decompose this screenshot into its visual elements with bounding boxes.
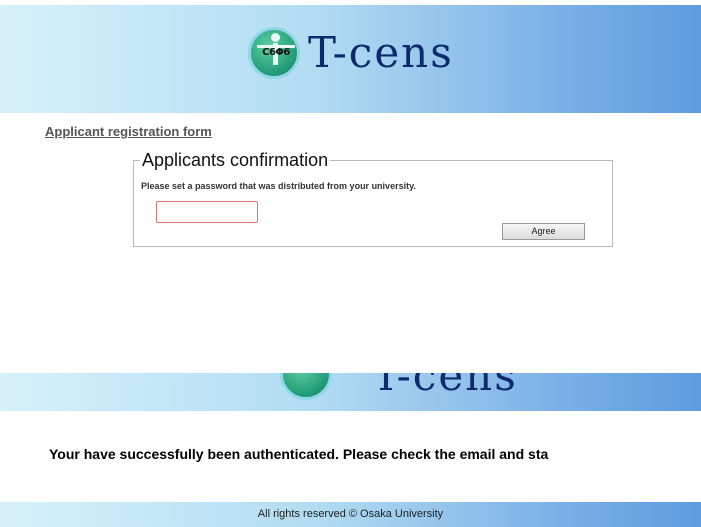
agree-button[interactable]: Agree	[502, 223, 585, 240]
footer-copyright: All rights reserved © Osaka University	[257, 508, 444, 520]
logo-text-partial: T-cens	[372, 373, 518, 400]
header-banner: C6Φ6 T-cens	[0, 5, 701, 113]
password-input[interactable]	[156, 201, 258, 223]
confirmation-legend: Applicants confirmation	[140, 150, 331, 170]
success-message: Your have successfully been authenticate…	[49, 446, 549, 462]
site-logo[interactable]: C6Φ6 T-cens	[248, 23, 454, 83]
logo-emblem-partial-icon	[280, 373, 332, 400]
registration-form-link[interactable]: Applicant registration form	[45, 124, 212, 139]
password-instruction: Please set a password that was distribut…	[141, 181, 416, 191]
footer: All rights reserved © Osaka University	[0, 502, 701, 527]
logo-emblem-icon: C6Φ6	[248, 27, 300, 79]
logo-mark-text: C6Φ6	[262, 47, 290, 58]
secondary-banner: T-cens	[0, 373, 701, 411]
logo-text: T-cens	[308, 28, 454, 77]
